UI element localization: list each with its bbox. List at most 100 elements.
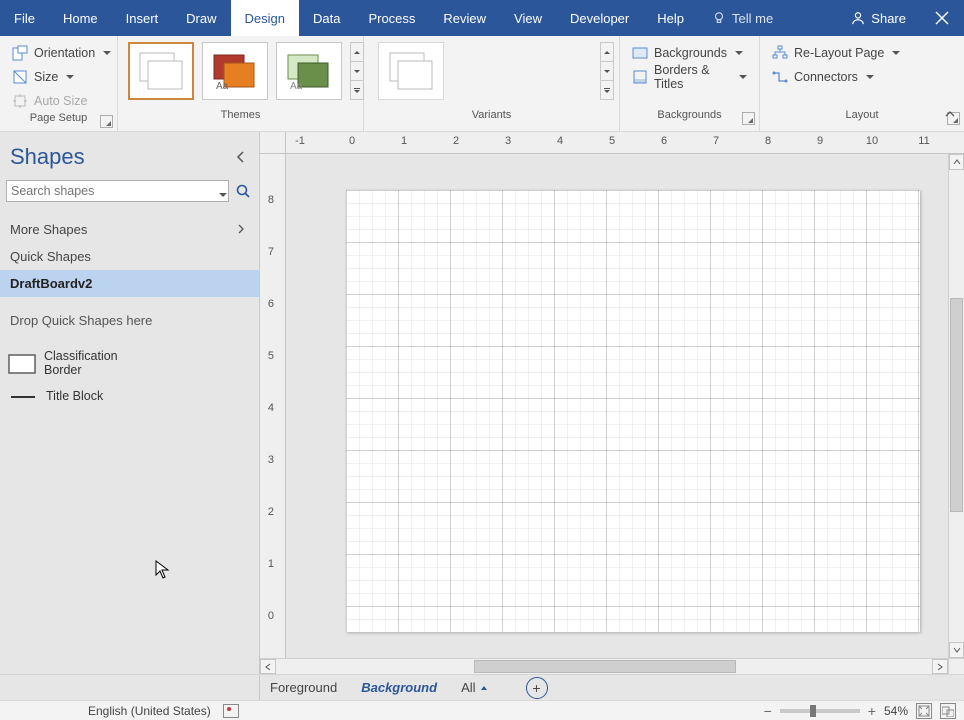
size-button[interactable]: Size	[10, 66, 113, 88]
horizontal-ruler[interactable]: -1 0 1 2 3 4 5 6 7 8 9 10 11	[286, 132, 964, 154]
ruler-corner	[260, 132, 286, 154]
size-icon	[12, 69, 28, 85]
collapse-pane-icon[interactable]	[233, 149, 249, 165]
relayout-button[interactable]: Re-Layout Page	[770, 42, 902, 64]
file-tab[interactable]: File	[0, 0, 49, 36]
drop-quick-shapes-hint: Drop Quick Shapes here	[0, 297, 259, 344]
stencil-label: DraftBoardv2	[10, 276, 92, 291]
hscroll-right[interactable]	[932, 659, 948, 674]
connectors-button[interactable]: Connectors	[770, 66, 902, 88]
group-label-backgrounds: Backgrounds	[657, 109, 721, 121]
person-icon	[851, 11, 865, 25]
pagetab-foreground[interactable]: Foreground	[270, 680, 337, 695]
status-language[interactable]: English (United States)	[88, 704, 211, 718]
zoom-in-icon[interactable]: +	[868, 703, 876, 719]
relayout-label: Re-Layout Page	[794, 46, 884, 60]
backgrounds-button[interactable]: Backgrounds	[630, 42, 749, 64]
macro-recording-icon[interactable]	[223, 704, 239, 718]
shape-title-block[interactable]: Title Block	[8, 386, 124, 408]
svg-text:Aa: Aa	[290, 81, 303, 92]
vscroll-track[interactable]	[949, 170, 964, 642]
group-label-pagesetup: Page Setup	[30, 112, 88, 124]
search-go-icon[interactable]	[233, 181, 253, 201]
gallery-scroll-down[interactable]	[351, 62, 363, 81]
search-dropdown-icon[interactable]	[217, 184, 227, 202]
tab-insert[interactable]: Insert	[112, 0, 173, 36]
connectors-label: Connectors	[794, 70, 858, 84]
shape-classification-border[interactable]: Classification Border	[8, 350, 124, 378]
theme-thumbnail-1[interactable]	[128, 42, 194, 100]
tellme[interactable]: Tell me	[698, 0, 787, 36]
caret-down-icon	[892, 51, 900, 55]
collapse-ribbon-icon[interactable]	[944, 107, 956, 125]
classification-border-icon	[8, 353, 36, 375]
backgrounds-label: Backgrounds	[654, 46, 727, 60]
quick-shapes-label: Quick Shapes	[10, 249, 91, 264]
zoom-value[interactable]: 54%	[884, 704, 908, 718]
autosize-button[interactable]: Auto Size	[10, 90, 113, 112]
shapes-pane-title: Shapes	[10, 144, 85, 170]
cursor-icon	[155, 560, 171, 580]
pagetab-all[interactable]: All	[461, 680, 487, 695]
chevron-right-icon	[237, 222, 245, 237]
shape-label: Classification Border	[44, 350, 124, 378]
tab-draw[interactable]: Draw	[172, 0, 230, 36]
hscroll-track[interactable]	[276, 659, 932, 674]
gallery-scroll-up[interactable]	[351, 43, 363, 62]
dialog-launcher-icon[interactable]	[100, 115, 113, 128]
vscroll-up[interactable]	[949, 154, 964, 170]
gallery-scroll-down[interactable]	[601, 62, 613, 81]
variant-thumbnail-1[interactable]	[378, 42, 444, 100]
hscroll-thumb[interactable]	[474, 660, 736, 673]
tab-process[interactable]: Process	[354, 0, 429, 36]
close-app-icon[interactable]	[920, 0, 964, 36]
search-shapes-input[interactable]	[6, 180, 229, 202]
share-button[interactable]: Share	[837, 0, 920, 36]
drawing-canvas[interactable]	[286, 154, 964, 674]
dialog-launcher-icon[interactable]	[742, 112, 755, 125]
zoom-slider[interactable]	[780, 709, 860, 713]
tellme-label: Tell me	[732, 11, 773, 26]
switch-windows-icon[interactable]	[940, 703, 956, 719]
stencil-draftboard[interactable]: DraftBoardv2	[0, 270, 259, 297]
drawing-page[interactable]	[346, 190, 920, 632]
caret-down-icon	[739, 75, 747, 79]
tab-data[interactable]: Data	[299, 0, 354, 36]
gallery-expand[interactable]	[601, 81, 613, 99]
tab-home[interactable]: Home	[49, 0, 112, 36]
gallery-expand[interactable]	[351, 81, 363, 99]
caret-down-icon	[735, 51, 743, 55]
group-label-variants: Variants	[472, 109, 512, 121]
tab-view[interactable]: View	[500, 0, 556, 36]
group-label-themes: Themes	[221, 109, 261, 121]
borders-titles-icon	[632, 69, 648, 85]
gallery-scroll-up[interactable]	[601, 43, 613, 62]
vscroll-thumb[interactable]	[950, 298, 963, 512]
scroll-corner	[948, 658, 964, 674]
group-label-layout: Layout	[845, 109, 878, 121]
caret-down-icon	[866, 75, 874, 79]
quick-shapes-item[interactable]: Quick Shapes	[0, 243, 259, 270]
orientation-label: Orientation	[34, 46, 95, 60]
borders-titles-label: Borders & Titles	[654, 63, 731, 91]
tab-help[interactable]: Help	[643, 0, 698, 36]
new-page-button[interactable]: +	[526, 677, 548, 699]
orientation-button[interactable]: Orientation	[10, 42, 113, 64]
tab-design[interactable]: Design	[231, 0, 299, 36]
pagetab-background[interactable]: Background	[361, 680, 437, 695]
caret-down-icon	[103, 51, 111, 55]
theme-thumbnail-2[interactable]: Aa	[202, 42, 268, 100]
vscroll-down[interactable]	[949, 642, 964, 658]
tab-review[interactable]: Review	[429, 0, 500, 36]
theme-thumbnail-3[interactable]: Aa	[276, 42, 342, 100]
vertical-ruler[interactable]: 8 7 6 5 4 3 2 1 0	[260, 154, 286, 674]
hscroll-left[interactable]	[260, 659, 276, 674]
tab-developer[interactable]: Developer	[556, 0, 643, 36]
caret-down-icon	[66, 75, 74, 79]
fit-to-window-icon[interactable]	[916, 703, 932, 719]
more-shapes-item[interactable]: More Shapes	[0, 216, 259, 243]
borders-titles-button[interactable]: Borders & Titles	[630, 66, 749, 88]
zoom-slider-thumb[interactable]	[810, 705, 816, 717]
lightbulb-icon	[712, 11, 726, 25]
zoom-out-icon[interactable]: −	[764, 703, 772, 719]
